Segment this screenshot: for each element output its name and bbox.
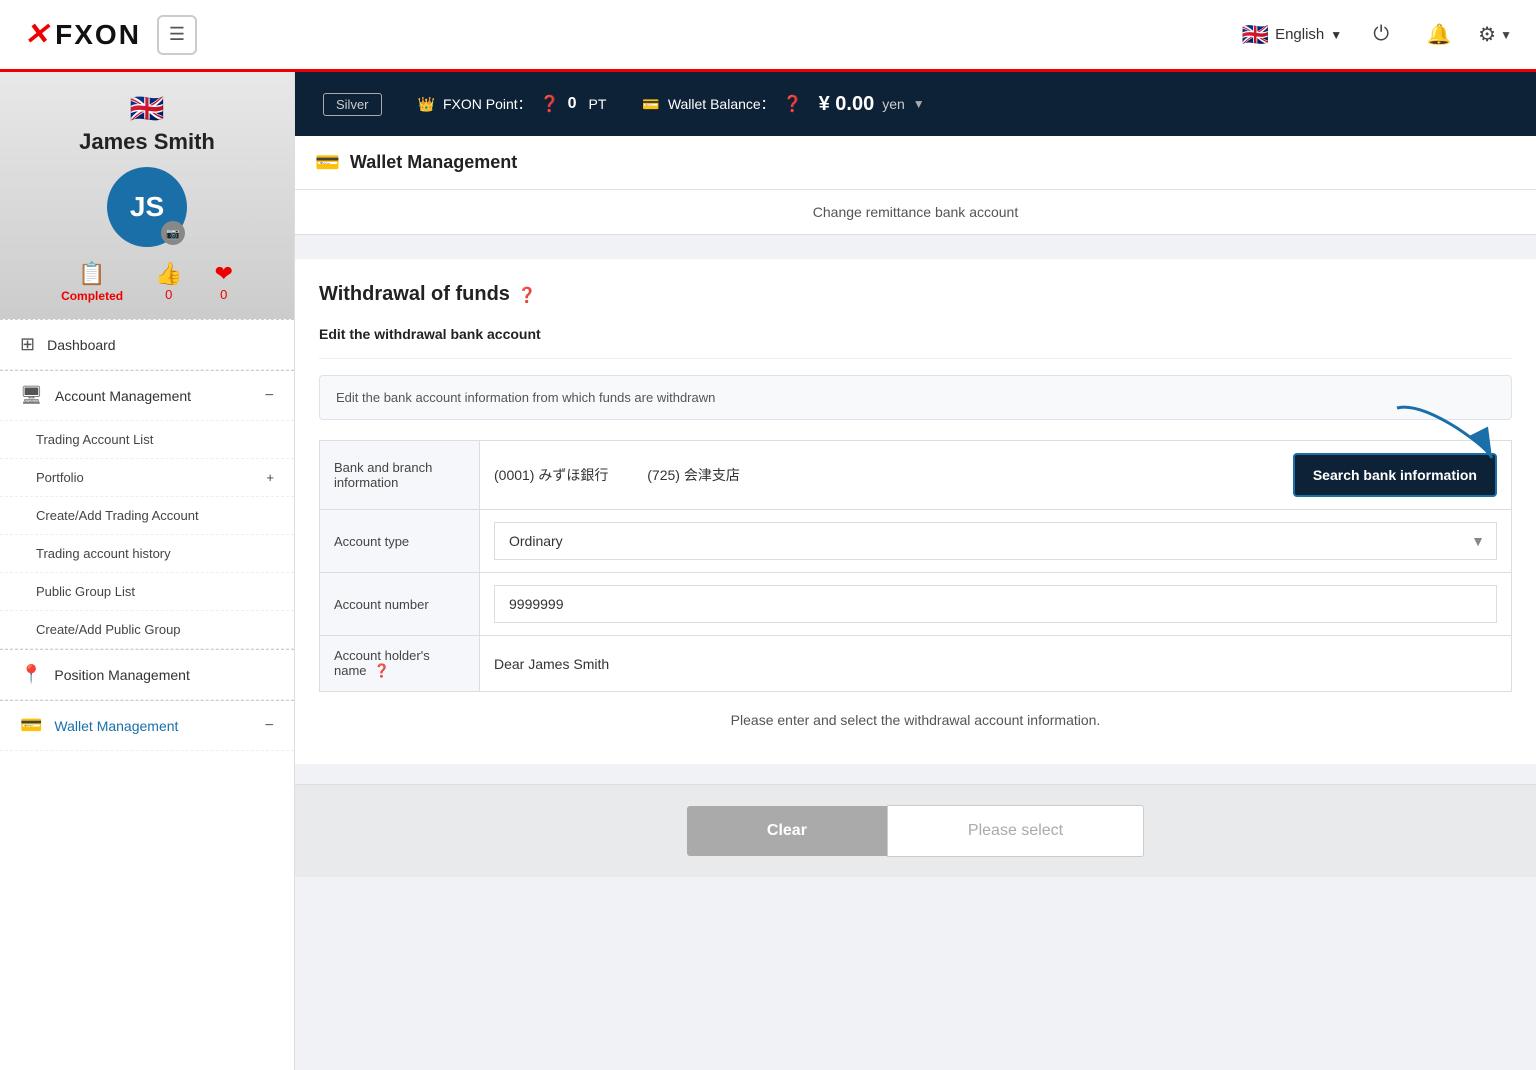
settings-button[interactable]: ⚙ ▼: [1478, 22, 1512, 47]
likes-count: 0: [155, 287, 182, 302]
sidebar-item-trading-account-history[interactable]: Trading account history: [0, 535, 294, 573]
account-holder-label: Account holder's name ❓: [320, 636, 480, 692]
language-selector[interactable]: 🇬🇧 English ▼: [1242, 22, 1343, 48]
sidebar-item-trading-account-list[interactable]: Trading Account List: [0, 421, 294, 459]
main-content: Silver 👑 FXON Point： ❓ 0 PT 💳 Wallet Bal…: [295, 72, 1536, 1070]
account-holder-row: Account holder's name ❓ Dear James Smith: [320, 636, 1512, 692]
sidebar-item-public-group-list[interactable]: Public Group List: [0, 573, 294, 611]
gear-icon: ⚙: [1478, 22, 1496, 47]
account-type-label: Account type: [320, 510, 480, 573]
sidebar-item-label: Account Management: [55, 388, 191, 404]
account-number-value: [480, 573, 1512, 636]
completed-icon: 📋: [61, 261, 123, 287]
account-number-input[interactable]: [494, 585, 1497, 623]
account-type-select[interactable]: Ordinary: [494, 522, 1497, 560]
nav-right-controls: 🇬🇧 English ▼ ⏻ 🔔 ⚙ ▼: [1242, 16, 1512, 54]
app-body: 🇬🇧 James Smith JS 📷 📋 Completed 👍 0 ❤: [0, 72, 1536, 1070]
bank-info-text: (0001) みずほ銀行 (725) 会津支店: [494, 465, 1281, 485]
collapse-icon: −: [265, 387, 274, 405]
chevron-down-icon: ▼: [1330, 28, 1342, 42]
logo-area: ✕ FXON ☰: [24, 15, 197, 55]
change-remittance-tab[interactable]: Change remittance bank account: [295, 190, 1536, 235]
withdrawal-section: Withdrawal of funds ❓ Edit the withdrawa…: [295, 259, 1536, 764]
collapse-icon: −: [265, 717, 274, 735]
language-label: English: [1275, 26, 1324, 43]
withdrawal-help-icon[interactable]: ❓: [518, 286, 537, 304]
please-select-button[interactable]: Please select: [887, 805, 1144, 857]
flag-icon: 🇬🇧: [1242, 22, 1269, 48]
search-bank-button[interactable]: Search bank information: [1293, 453, 1497, 497]
clear-button[interactable]: Clear: [687, 806, 887, 856]
profile-stats: 📋 Completed 👍 0 ❤ 0: [16, 261, 278, 303]
bank-branch-label: Bank and branch information: [320, 441, 480, 510]
action-bar: Clear Please select: [295, 784, 1536, 877]
wallet-section-icon: 💳: [315, 150, 340, 175]
bank-branch-row: Bank and branch information (0001) みずほ銀行…: [320, 441, 1512, 510]
account-type-select-wrapper: Ordinary ▼: [494, 522, 1497, 560]
sidebar-item-label: Wallet Management: [54, 718, 178, 734]
completed-label: Completed: [61, 289, 123, 303]
info-box: Edit the bank account information from w…: [319, 375, 1512, 420]
sidebar-item-account-management[interactable]: 🖥 Account Management −: [0, 371, 294, 421]
stat-favorites: ❤ 0: [214, 261, 232, 303]
account-number-row: Account number: [320, 573, 1512, 636]
expand-icon: +: [266, 470, 274, 485]
balance-dropdown-icon[interactable]: ▼: [913, 97, 925, 111]
sidebar-item-create-public-group[interactable]: Create/Add Public Group: [0, 611, 294, 649]
silver-badge: Silver: [323, 93, 382, 116]
heart-icon: ❤: [214, 261, 232, 287]
account-type-row: Account type Ordinary ▼: [320, 510, 1512, 573]
chevron-down-icon: ▼: [1500, 28, 1512, 42]
profile-name: James Smith: [16, 129, 278, 155]
account-header-bar: Silver 👑 FXON Point： ❓ 0 PT 💳 Wallet Bal…: [295, 72, 1536, 136]
sidebar-item-label: Position Management: [54, 667, 189, 683]
wallet-balance-display: 💳 Wallet Balance： ❓ ¥ 0.00 yen ▼: [642, 93, 924, 116]
sidebar-item-label: Dashboard: [47, 337, 116, 353]
hamburger-button[interactable]: ☰: [157, 15, 197, 55]
account-number-label: Account number: [320, 573, 480, 636]
sidebar-item-wallet-management[interactable]: 💳 Wallet Management −: [0, 701, 294, 751]
profile-flag: 🇬🇧: [16, 92, 278, 125]
power-button[interactable]: ⏻: [1362, 16, 1400, 54]
bank-branch-value: (0001) みずほ銀行 (725) 会津支店: [480, 441, 1512, 510]
withdrawal-title: Withdrawal of funds ❓: [319, 283, 1512, 306]
sidebar-item-dashboard[interactable]: ⊞ Dashboard: [0, 320, 294, 370]
profile-section: 🇬🇧 James Smith JS 📷 📋 Completed 👍 0 ❤: [0, 72, 294, 319]
dashboard-icon: ⊞: [20, 334, 35, 355]
crown-icon: 👑: [418, 96, 435, 113]
notice-text: Please enter and select the withdrawal a…: [319, 712, 1512, 728]
sidebar: 🇬🇧 James Smith JS 📷 📋 Completed 👍 0 ❤: [0, 72, 295, 1070]
stat-likes: 👍 0: [155, 261, 182, 303]
brand-logo: ✕ FXON: [24, 17, 141, 52]
favorites-count: 0: [214, 287, 232, 302]
sidebar-item-position-management[interactable]: 📍 Position Management: [0, 650, 294, 700]
fxon-point-display: 👑 FXON Point： ❓ 0 PT: [418, 94, 607, 114]
stat-completed: 📋 Completed: [61, 261, 123, 303]
monitor-icon: 🖥: [20, 385, 43, 406]
wallet-card-icon: 💳: [642, 96, 659, 113]
help-icon[interactable]: ❓: [540, 94, 560, 114]
account-holder-value: Dear James Smith: [480, 636, 1512, 692]
edit-label: Edit the withdrawal bank account: [319, 326, 1512, 342]
sidebar-item-portfolio[interactable]: Portfolio +: [0, 459, 294, 497]
balance-help-icon[interactable]: ❓: [783, 94, 803, 114]
thumbs-up-icon: 👍: [155, 261, 182, 287]
avatar-camera-icon[interactable]: 📷: [161, 221, 185, 245]
avatar: JS 📷: [107, 167, 187, 247]
location-icon: 📍: [20, 664, 42, 685]
holder-help-icon[interactable]: ❓: [374, 663, 390, 678]
account-type-value: Ordinary ▼: [480, 510, 1512, 573]
search-btn-wrapper: Search bank information: [1293, 453, 1497, 497]
notifications-button[interactable]: 🔔: [1420, 16, 1458, 54]
top-navigation: ✕ FXON ☰ 🇬🇧 English ▼ ⏻ 🔔 ⚙ ▼: [0, 0, 1536, 72]
power-icon: ⏻: [1373, 23, 1389, 46]
section-title: Wallet Management: [350, 152, 517, 173]
wallet-icon: 💳: [20, 715, 42, 736]
section-title-bar: 💳 Wallet Management: [295, 136, 1536, 190]
bell-icon: 🔔: [1427, 22, 1452, 47]
bank-info-table: Bank and branch information (0001) みずほ銀行…: [319, 440, 1512, 692]
sidebar-item-create-trading-account[interactable]: Create/Add Trading Account: [0, 497, 294, 535]
